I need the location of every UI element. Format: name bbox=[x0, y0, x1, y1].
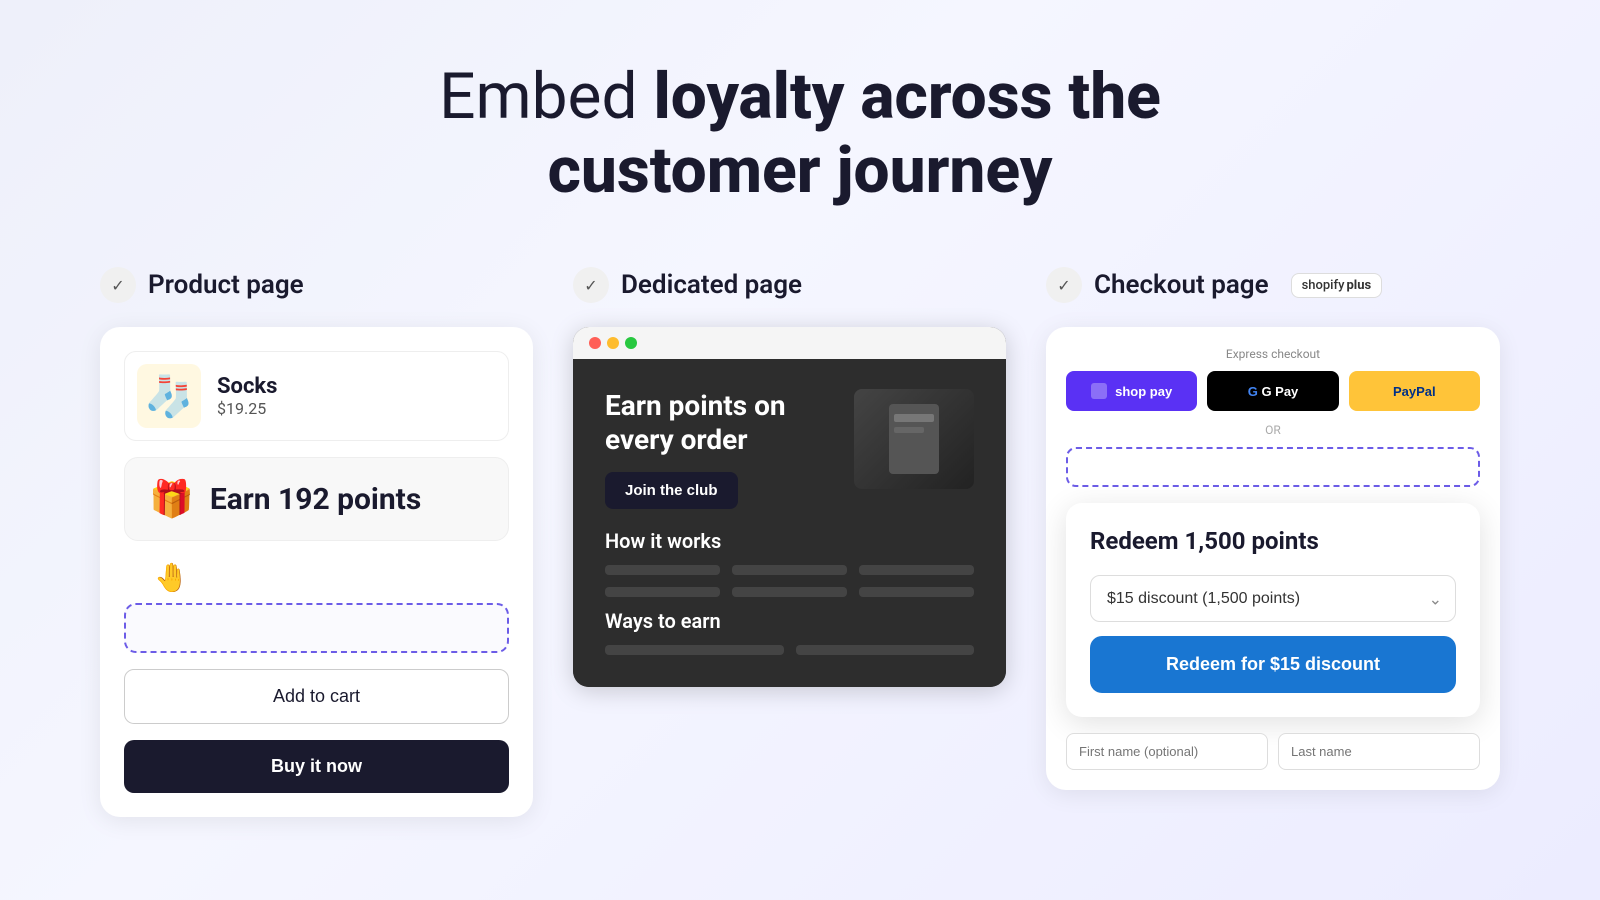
first-name-field[interactable] bbox=[1066, 733, 1268, 770]
or-divider: OR bbox=[1066, 423, 1480, 437]
name-fields bbox=[1066, 733, 1480, 770]
paypal-button[interactable]: PayPal bbox=[1349, 371, 1480, 411]
payment-buttons: shop pay G G Pay PayPal bbox=[1066, 371, 1480, 411]
headline-section: Embed loyalty across the customer journe… bbox=[439, 60, 1161, 207]
redeem-card: Redeem 1,500 points $15 discount (1,500 … bbox=[1066, 503, 1480, 717]
email-placeholder-box bbox=[1066, 447, 1480, 487]
product-check-icon: ✓ bbox=[100, 267, 136, 303]
dedicated-image bbox=[854, 389, 974, 489]
express-checkout-label: Express checkout bbox=[1066, 347, 1480, 361]
join-club-button[interactable]: Join the club bbox=[605, 472, 738, 509]
gift-icon: 🎁 bbox=[149, 478, 194, 520]
dashed-drop-zone bbox=[124, 603, 509, 653]
skeleton-item bbox=[732, 587, 847, 597]
add-to-cart-button[interactable]: Add to cart bbox=[124, 669, 509, 724]
checkout-page-column: ✓ Checkout page shopifyplus Express chec… bbox=[1046, 267, 1500, 790]
skeleton-row-3 bbox=[605, 645, 974, 655]
dedicated-hero-title: Earn points on every order bbox=[605, 389, 834, 456]
product-page-title: Product page bbox=[148, 270, 304, 300]
dedicated-check-icon: ✓ bbox=[573, 267, 609, 303]
checkout-page-label: ✓ Checkout page shopifyplus bbox=[1046, 267, 1382, 303]
shopify-plus-badge: shopifyplus bbox=[1291, 273, 1383, 298]
headline-part3: customer journey bbox=[548, 133, 1053, 208]
shopify-text: shopify bbox=[1302, 278, 1345, 293]
skeleton-item bbox=[605, 565, 720, 575]
skeleton-item bbox=[605, 587, 720, 597]
browser-dot-yellow bbox=[607, 337, 619, 349]
earn-points-text: Earn 192 points bbox=[210, 482, 421, 517]
plus-text: plus bbox=[1346, 278, 1371, 293]
browser-bar bbox=[573, 327, 1006, 359]
buy-it-now-button[interactable]: Buy it now bbox=[124, 740, 509, 793]
product-name: Socks bbox=[217, 374, 277, 399]
product-page-label: ✓ Product page bbox=[100, 267, 304, 303]
ways-to-earn-title: Ways to earn bbox=[605, 609, 974, 633]
headline-part1: Embed bbox=[439, 59, 653, 134]
feature-columns: ✓ Product page 🧦 Socks $19.25 🎁 Earn 192… bbox=[100, 267, 1500, 817]
skeleton-row-1 bbox=[605, 565, 974, 575]
browser-dot-red bbox=[589, 337, 601, 349]
skeleton-item bbox=[732, 565, 847, 575]
google-pay-button[interactable]: G G Pay bbox=[1207, 371, 1338, 411]
dedicated-page-column: ✓ Dedicated page Earn points on every or… bbox=[573, 267, 1006, 687]
checkout-check-icon: ✓ bbox=[1046, 267, 1082, 303]
product-details: Socks $19.25 bbox=[217, 374, 277, 418]
skeleton-item bbox=[859, 587, 974, 597]
headline-part2: loyalty across the bbox=[653, 59, 1160, 134]
dedicated-page-label: ✓ Dedicated page bbox=[573, 267, 802, 303]
shop-pay-button[interactable]: shop pay bbox=[1066, 371, 1197, 411]
discount-select[interactable]: $15 discount (1,500 points) bbox=[1090, 575, 1456, 622]
skeleton-item bbox=[796, 645, 975, 655]
earn-points-card: 🎁 Earn 192 points bbox=[124, 457, 509, 541]
checkout-page-card: Express checkout shop pay G G Pay PayPal… bbox=[1046, 327, 1500, 790]
product-emoji: 🧦 bbox=[137, 364, 201, 428]
product-page-card: 🧦 Socks $19.25 🎁 Earn 192 points 🤚 Add t… bbox=[100, 327, 533, 817]
grab-cursor-icon: 🤚 bbox=[154, 561, 189, 594]
browser-dot-green bbox=[625, 337, 637, 349]
skeleton-row-2 bbox=[605, 587, 974, 597]
dedicated-hero-text: Earn points on every order Join the club bbox=[605, 389, 834, 509]
product-price: $19.25 bbox=[217, 399, 277, 418]
how-it-works-title: How it works bbox=[605, 529, 974, 553]
discount-select-wrapper[interactable]: $15 discount (1,500 points) ⌄ bbox=[1090, 575, 1456, 622]
dedicated-content: Earn points on every order Join the club… bbox=[573, 359, 1006, 687]
product-page-column: ✓ Product page 🧦 Socks $19.25 🎁 Earn 192… bbox=[100, 267, 533, 817]
dedicated-hero: Earn points on every order Join the club bbox=[605, 389, 974, 509]
skeleton-item bbox=[605, 645, 784, 655]
skeleton-item bbox=[859, 565, 974, 575]
redeem-discount-button[interactable]: Redeem for $15 discount bbox=[1090, 636, 1456, 693]
last-name-field[interactable] bbox=[1278, 733, 1480, 770]
redeem-title: Redeem 1,500 points bbox=[1090, 527, 1456, 555]
dedicated-page-title: Dedicated page bbox=[621, 270, 802, 300]
dedicated-page-card: Earn points on every order Join the club… bbox=[573, 327, 1006, 687]
product-info-row: 🧦 Socks $19.25 bbox=[124, 351, 509, 441]
grab-cursor-area: 🤚 bbox=[124, 557, 509, 597]
checkout-page-title: Checkout page bbox=[1094, 270, 1269, 300]
